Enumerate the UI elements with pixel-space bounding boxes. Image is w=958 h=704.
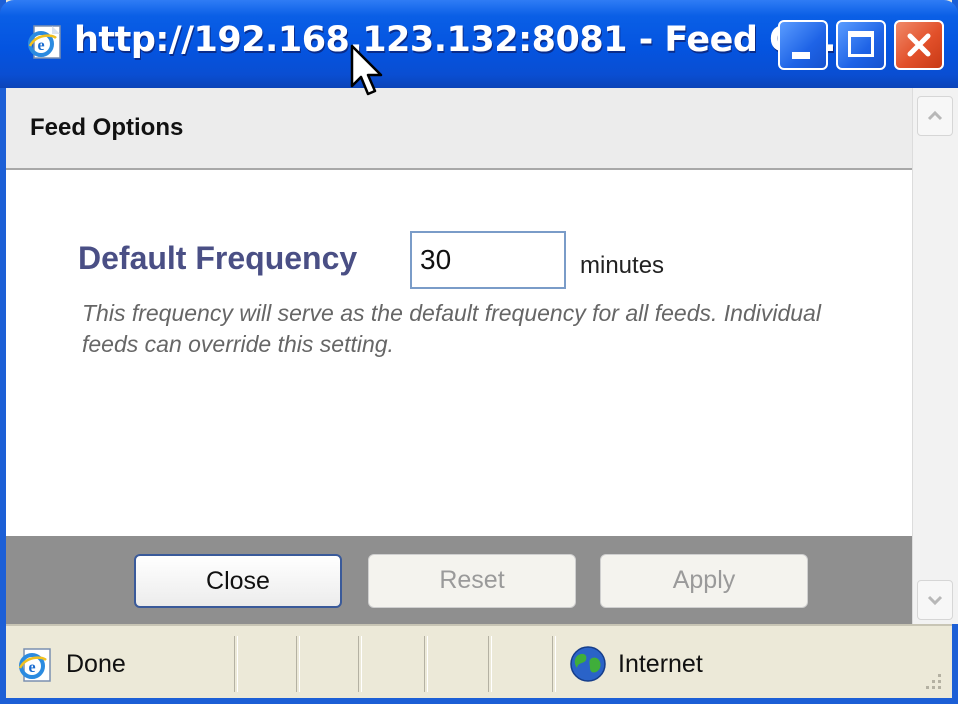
minimize-icon xyxy=(792,52,810,59)
close-icon xyxy=(907,33,931,57)
maximize-icon xyxy=(848,31,874,57)
security-zone-label: Internet xyxy=(618,650,703,678)
minimize-button[interactable] xyxy=(778,20,828,70)
vertical-scrollbar[interactable] xyxy=(912,88,958,624)
globe-icon xyxy=(570,646,606,682)
status-divider xyxy=(234,636,238,692)
status-text: Done xyxy=(66,650,126,678)
status-bar: e Done Internet xyxy=(6,624,952,698)
title-bar[interactable]: e http://192.168.123.132:8081 - Feed O..… xyxy=(0,0,958,88)
mouse-cursor-icon xyxy=(350,44,383,96)
window-title: http://192.168.123.132:8081 - Feed O... xyxy=(74,20,837,60)
reset-button[interactable]: Reset xyxy=(368,554,576,608)
apply-button[interactable]: Apply xyxy=(600,554,808,608)
ie-page-icon: e xyxy=(28,25,61,59)
svg-text:e: e xyxy=(37,37,44,54)
maximize-button[interactable] xyxy=(836,20,886,70)
chevron-up-icon xyxy=(927,110,943,121)
chevron-down-icon xyxy=(927,595,943,606)
status-divider xyxy=(296,636,300,692)
scroll-down-button[interactable] xyxy=(917,580,953,620)
default-frequency-input[interactable] xyxy=(410,231,566,289)
scroll-up-button[interactable] xyxy=(917,96,953,136)
status-divider xyxy=(552,636,556,692)
default-frequency-label: Default Frequency xyxy=(78,240,358,276)
svg-text:e: e xyxy=(28,659,35,676)
status-divider xyxy=(424,636,428,692)
status-divider xyxy=(358,636,362,692)
browser-popup-window: e http://192.168.123.132:8081 - Feed O..… xyxy=(0,0,958,704)
dialog-header: Feed Options xyxy=(6,88,912,170)
dialog-content: Feed Options Default Frequency minutes T… xyxy=(6,88,912,624)
window-close-button[interactable] xyxy=(894,20,944,70)
frequency-unit-label: minutes xyxy=(580,252,665,279)
ie-page-icon: e xyxy=(18,648,51,682)
close-button[interactable]: Close xyxy=(134,554,342,608)
status-divider xyxy=(488,636,492,692)
dialog-title: Feed Options xyxy=(30,114,184,141)
resize-grip-icon[interactable] xyxy=(920,668,944,692)
frequency-help-text: This frequency will serve as the default… xyxy=(82,300,821,357)
